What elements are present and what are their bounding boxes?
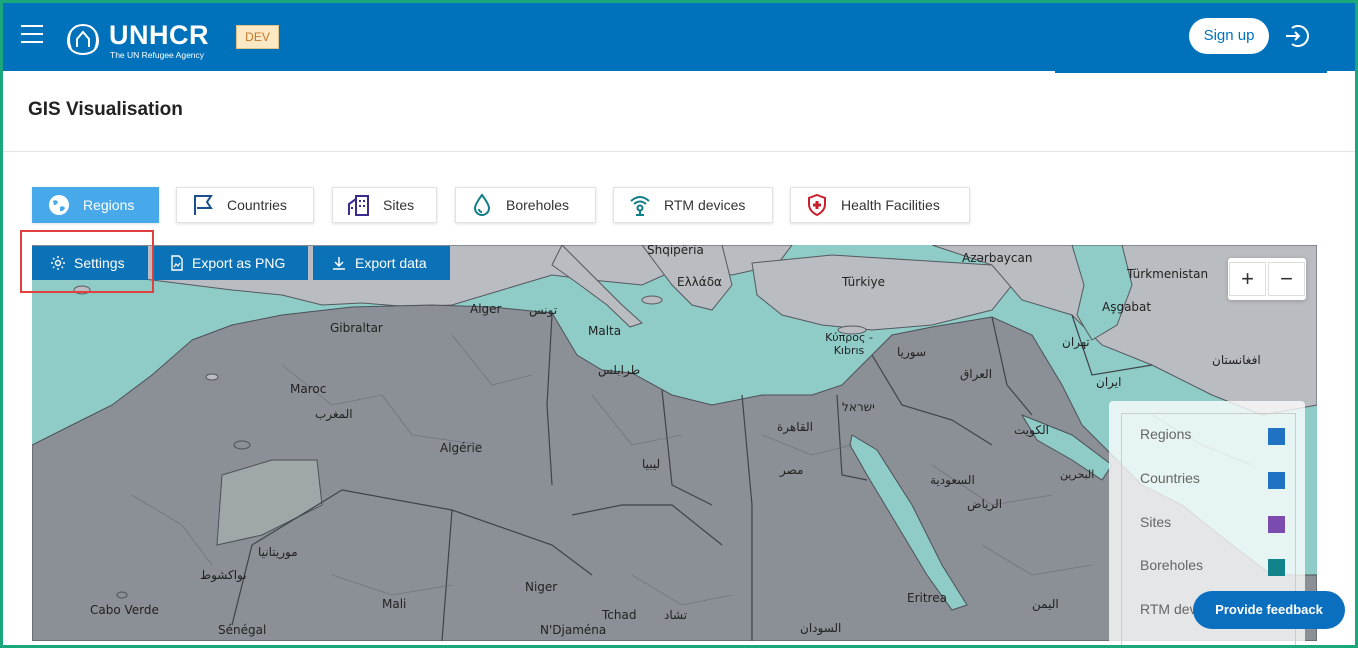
wireless-icon (630, 196, 650, 216)
legend-label: RTM dev (1140, 601, 1197, 617)
legend-label: Regions (1140, 426, 1192, 442)
tab-sites[interactable]: Sites (332, 187, 437, 223)
tab-label: Sites (383, 197, 415, 213)
map-label: Aşgabat (1102, 300, 1152, 314)
tab-label: Regions (83, 197, 135, 213)
legend-item-countries: Countries (1140, 470, 1290, 489)
tab-label: RTM devices (664, 197, 746, 213)
export-data-button[interactable]: Export data (313, 246, 450, 280)
zoom-out-button[interactable]: − (1268, 262, 1305, 296)
map-label: سوريا (897, 345, 927, 359)
file-image-icon (171, 255, 183, 271)
map-label: تونس (529, 303, 558, 317)
unhcr-emblem-icon (66, 23, 100, 56)
map-label: البحرين (1060, 468, 1095, 481)
map-label: الكويت (1014, 423, 1049, 437)
map-label: Malta (588, 324, 622, 338)
map-label: Tchad (602, 608, 637, 622)
map-label: Azərbaycan (962, 251, 1033, 265)
map-label: ישראל (842, 400, 875, 414)
legend-swatch (1268, 472, 1285, 489)
legend-swatch (1268, 559, 1285, 576)
top-header: UNHCR The UN Refugee Agency DEV Sign up (3, 3, 1355, 71)
legend-label: Countries (1140, 470, 1200, 486)
map-label: مصر (780, 463, 804, 477)
signup-button[interactable]: Sign up (1189, 18, 1269, 54)
map-label: Shqipëria (647, 245, 704, 257)
download-icon (333, 257, 345, 270)
map-label: Algérie (440, 441, 483, 455)
map-label: Sénégal (218, 623, 267, 637)
map-label: ليبيا (642, 457, 661, 471)
settings-highlight-box (20, 230, 154, 293)
map-label: Κύπρος - Kıbrıs (825, 331, 873, 357)
legend-label: Boreholes (1140, 557, 1204, 573)
env-badge: DEV (236, 25, 279, 49)
map-label: العراق (960, 367, 993, 381)
map-label: Alger (470, 302, 502, 316)
map-label: Maroc (290, 382, 327, 396)
menu-icon[interactable] (21, 25, 43, 43)
map-label: المغرب (315, 407, 353, 421)
map-label: Eritrea (907, 591, 947, 605)
export-data-label: Export data (355, 255, 427, 271)
map-label: Türkmenistan (1127, 267, 1209, 281)
map-label: نواكشوط (200, 568, 247, 582)
tab-label: Health Facilities (841, 197, 940, 213)
water-drop-icon (473, 193, 491, 216)
tab-label: Boreholes (506, 197, 570, 213)
map-label: موريتانيا (258, 545, 298, 559)
tab-regions[interactable]: Regions (32, 187, 159, 223)
legend-label: Sites (1140, 514, 1172, 530)
zoom-in-button[interactable]: + (1229, 262, 1266, 296)
buildings-icon (348, 195, 369, 216)
tab-health-facilities[interactable]: Health Facilities (790, 187, 970, 223)
header-underline (1055, 71, 1327, 73)
map-label: Mali (382, 597, 407, 611)
globe-icon (49, 195, 69, 215)
legend-item-sites: Sites (1140, 514, 1290, 533)
map-label: الرياض (967, 497, 1003, 511)
zoom-control: + − (1228, 258, 1306, 300)
map-label: القاهرة (777, 420, 813, 434)
map-label: Gibraltar (330, 321, 383, 335)
page-title: GIS Visualisation (28, 99, 183, 120)
map-label: طرابلس (598, 363, 641, 377)
provide-feedback-button[interactable]: Provide feedback (1193, 591, 1345, 629)
legend-swatch (1268, 516, 1285, 533)
legend-swatch (1268, 428, 1285, 445)
brand-subtitle: The UN Refugee Agency (110, 50, 205, 60)
map-label: Türkiye (842, 275, 885, 289)
map-label: السودان (800, 621, 842, 635)
map-label: السعودية (930, 473, 975, 487)
export-png-button[interactable]: Export as PNG (152, 246, 308, 280)
map-label: N'Djaména (540, 623, 607, 637)
tab-label: Countries (227, 197, 287, 213)
export-png-label: Export as PNG (192, 255, 286, 271)
tab-rtm-devices[interactable]: RTM devices (613, 187, 773, 223)
tab-boreholes[interactable]: Boreholes (455, 187, 596, 223)
health-shield-icon (808, 193, 826, 217)
tab-countries[interactable]: Countries (176, 187, 314, 223)
map-label: Cabo Verde (90, 603, 159, 617)
legend-item-boreholes: Boreholes (1140, 557, 1290, 576)
app-frame: UNHCR The UN Refugee Agency DEV Sign up … (0, 0, 1358, 648)
login-icon[interactable] (1283, 23, 1309, 49)
brand-name: UNHCR (109, 20, 209, 50)
legend-item-regions: Regions (1140, 426, 1290, 445)
map-label: Ελλάδα (677, 275, 722, 289)
flag-icon (194, 195, 213, 215)
map-label: Niger (525, 580, 558, 594)
map-label: افغانستان (1212, 353, 1261, 367)
map-label: اليمن (1032, 597, 1059, 611)
title-divider (3, 151, 1355, 152)
map-label: تهران (1062, 335, 1090, 349)
map-label: ايران (1096, 375, 1122, 389)
map-label: تشاد (664, 608, 688, 622)
